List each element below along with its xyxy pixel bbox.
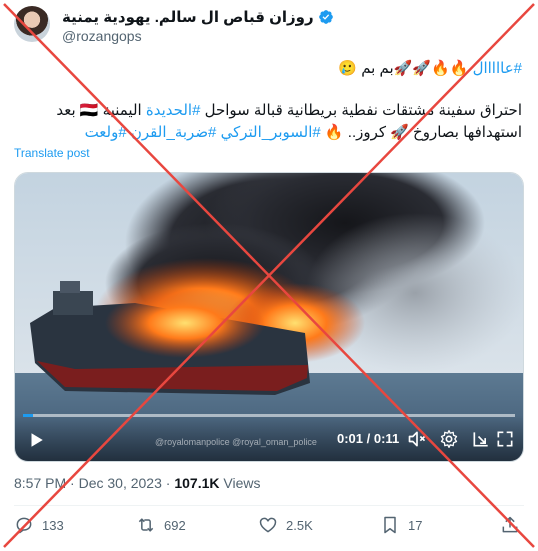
- tweet-line-1: #عااااال 🔥🔥🚀🚀بم بم 🥲: [338, 58, 522, 80]
- hashtag-link[interactable]: #عااااال: [473, 60, 522, 77]
- tweet-line-2-text-b: اليمنية 🇾🇪 بعد: [56, 102, 146, 119]
- repost-button[interactable]: 692: [136, 515, 186, 535]
- views-count: 107.1K: [174, 475, 220, 491]
- post-date[interactable]: Dec 30, 2023: [79, 475, 162, 491]
- verified-badge-icon: [318, 10, 333, 24]
- video-player[interactable]: @royalomanpolice @royal_oman_police 0:01…: [14, 172, 524, 462]
- video-progress-fill: [23, 414, 33, 417]
- translate-post-link[interactable]: Translate post: [14, 146, 90, 160]
- hashtag-links[interactable]: #السوبر_التركي #ضربة_القرن #ولعت: [85, 124, 321, 141]
- repost-icon: [138, 518, 154, 532]
- meta-separator: ·: [66, 475, 79, 491]
- video-time-separator: /: [363, 431, 374, 446]
- tweet-line-2-text-a: احتراق سفينة مشتقات نفطية بريطانية قبالة…: [200, 102, 522, 119]
- play-icon[interactable]: [27, 431, 45, 449]
- tweet-meta: 8:57 PM · Dec 30, 2023 · 107.1K Views: [14, 475, 260, 491]
- author-name-row[interactable]: روزان قباص ال سالم. يهودية يمنية: [62, 8, 334, 26]
- tweet-line-3: استهدافها بصاروخ 🚀 كروز.. 🔥 #السوبر_التر…: [85, 122, 522, 144]
- video-watermark: @royalomanpolice @royal_oman_police: [155, 437, 317, 447]
- like-button[interactable]: 2.5K: [258, 515, 313, 535]
- tweet-actions: 133 692 2.5K 17: [14, 515, 524, 541]
- views-label: Views: [219, 475, 261, 491]
- settings-gear-icon[interactable]: [439, 429, 459, 449]
- bookmark-count: 17: [408, 517, 423, 533]
- author-display-name[interactable]: روزان قباص ال سالم. يهودية يمنية: [62, 8, 314, 26]
- tweet-line-2: احتراق سفينة مشتقات نفطية بريطانية قبالة…: [56, 100, 522, 122]
- heart-icon: [259, 517, 277, 533]
- reply-button[interactable]: 133: [14, 515, 64, 535]
- fullscreen-icon[interactable]: [495, 429, 515, 449]
- video-time-current: 0:01: [337, 431, 364, 446]
- share-icon: [502, 516, 518, 533]
- repost-count: 692: [164, 517, 186, 533]
- reply-icon: [16, 517, 32, 534]
- mute-icon[interactable]: [407, 429, 427, 449]
- video-time: 0:01 / 0:11: [337, 431, 399, 446]
- meta-separator: ·: [161, 475, 175, 491]
- bookmark-button[interactable]: 17: [380, 515, 422, 535]
- tweet-line-3-text: استهدافها بصاروخ 🚀 كروز.. 🔥: [320, 124, 522, 141]
- author-handle[interactable]: @rozangops: [62, 28, 142, 44]
- pip-icon[interactable]: [471, 429, 491, 449]
- avatar[interactable]: [14, 6, 50, 42]
- like-count: 2.5K: [286, 517, 313, 533]
- video-progress-bar[interactable]: [23, 414, 515, 417]
- post-time[interactable]: 8:57 PM: [14, 475, 66, 491]
- hashtag-link[interactable]: #الحديدة: [146, 102, 201, 119]
- bookmark-icon: [384, 516, 396, 534]
- tweet-header: روزان قباص ال سالم. يهودية يمنية @rozang…: [0, 0, 538, 48]
- tweet-line-1-text: 🔥🔥🚀🚀بم بم 🥲: [338, 60, 473, 77]
- video-time-total: 0:11: [373, 431, 400, 446]
- reply-count: 133: [42, 517, 64, 533]
- divider: [14, 505, 524, 506]
- share-button[interactable]: [500, 515, 520, 535]
